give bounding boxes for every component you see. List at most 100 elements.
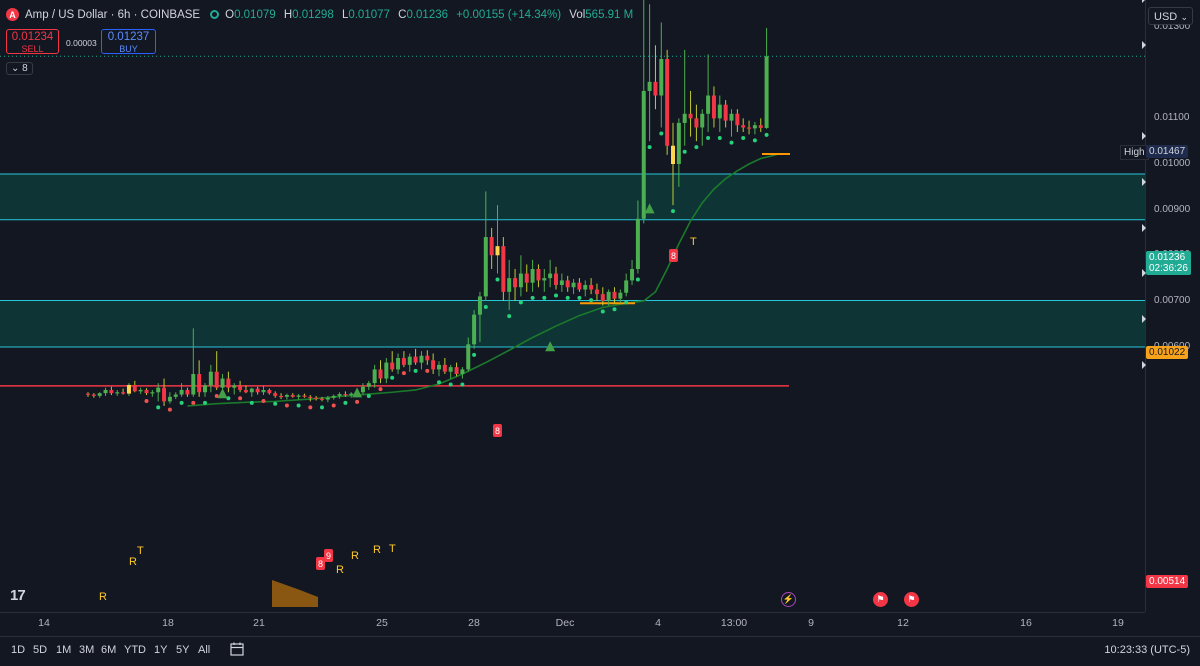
time-axis-label: 4: [655, 617, 661, 629]
trail-dot: [589, 298, 594, 303]
trail-dot: [472, 352, 477, 357]
buy-signal-triangle: [217, 388, 228, 399]
candle-body: [606, 291, 611, 301]
price-change: +0.00155 (+14.34%): [456, 8, 562, 21]
us-flag-event-icon[interactable]: ⚑: [873, 592, 888, 607]
tradingview-logo[interactable]: 17: [10, 587, 26, 604]
time-axis-label: 19: [1112, 617, 1124, 629]
trail-dot: [671, 209, 675, 214]
candle-body: [156, 387, 161, 393]
candle-body: [700, 113, 705, 128]
bar-countdown: 02:36:26: [1149, 263, 1188, 274]
candle-body: [115, 392, 120, 394]
candle-body: [401, 358, 406, 365]
candle-body: [144, 389, 149, 394]
price-axis[interactable]: 0.017000.016000.015000.014000.013000.011…: [1142, 0, 1200, 612]
timeframe-1m[interactable]: 1M: [56, 644, 71, 656]
candle-body: [688, 113, 693, 119]
candle-body: [203, 385, 207, 393]
trail-dot: [401, 371, 406, 376]
buy-label: BUY: [119, 44, 138, 54]
candle-body: [232, 385, 237, 388]
candle-body: [419, 355, 424, 363]
signal-label: R: [99, 591, 107, 603]
buy-price: 0.01237: [107, 31, 150, 43]
candle-body: [542, 278, 547, 281]
last-price-tag: 0.01236 02:36:26: [1146, 251, 1191, 275]
price-chart[interactable]: RRTRR R TT8988: [0, 0, 1145, 612]
time-axis-label: 13:00: [720, 617, 748, 629]
candle-body: [477, 296, 482, 315]
candle-body: [121, 392, 126, 394]
symbol-legend: A Amp / US Dollar · 6h · COINBASE O0.010…: [6, 8, 638, 21]
candle-body: [279, 395, 284, 398]
currency-value: USD: [1154, 11, 1178, 23]
candle-body: [273, 393, 278, 396]
candle-body: [226, 378, 231, 388]
candle-body: [729, 113, 734, 121]
trail-dot: [284, 403, 289, 408]
trail-dot: [764, 132, 769, 137]
candle-body: [138, 389, 143, 392]
trail-dot: [729, 140, 734, 145]
trail-dot: [308, 405, 313, 410]
candle-body: [518, 273, 523, 288]
candle-body: [284, 394, 289, 397]
timeframe-5d[interactable]: 5D: [33, 644, 47, 656]
timeframe-6m[interactable]: 6M: [101, 644, 116, 656]
timeframe-1d[interactable]: 1D: [11, 644, 25, 656]
sell-button[interactable]: 0.01234 SELL: [6, 29, 59, 54]
timeframe-1y[interactable]: 1Y: [154, 644, 167, 656]
trail-dot: [167, 407, 172, 412]
candle-body: [495, 246, 500, 256]
candle-body: [437, 364, 441, 370]
trail-dot: [261, 398, 266, 403]
candle-body: [659, 59, 664, 96]
candle-body: [296, 395, 301, 397]
currency-select[interactable]: USD ⌄: [1148, 7, 1193, 25]
timeframe-ytd[interactable]: YTD: [124, 644, 146, 656]
trail-dot: [624, 300, 629, 305]
axis-tick-icon: [1142, 360, 1146, 369]
lightning-event-icon[interactable]: ⚡: [781, 592, 796, 607]
candle-body: [594, 289, 599, 295]
candle-body: [489, 237, 494, 256]
calendar-icon[interactable]: [230, 642, 244, 656]
candle-body: [764, 56, 769, 128]
timeframe-5y[interactable]: 5Y: [176, 644, 189, 656]
candle-body: [717, 104, 722, 119]
candle-body: [86, 393, 90, 395]
trail-dot: [752, 138, 757, 143]
candle-body: [214, 371, 219, 388]
candle-body: [337, 394, 342, 396]
trail-dot: [565, 295, 570, 300]
time-axis[interactable]: 14 18 21 25 28 Dec 4 13:00 9 12 16 19: [0, 612, 1145, 637]
indicators-toggle[interactable]: ⌄ 8: [6, 62, 33, 75]
trail-dot: [694, 145, 699, 150]
us-flag-event-icon[interactable]: ⚑: [904, 592, 919, 607]
timeframe-3m[interactable]: 3M: [79, 644, 94, 656]
trail-dot: [343, 400, 348, 405]
candle-body: [390, 362, 395, 370]
clock[interactable]: 10:23:33 (UTC-5): [1104, 644, 1190, 656]
candle-body: [671, 145, 675, 164]
candle-body: [302, 395, 307, 397]
ema-price-tag: 0.01022: [1146, 346, 1189, 359]
candle-body: [653, 81, 658, 96]
trail-dot: [717, 136, 722, 141]
timeframe-all[interactable]: All: [198, 644, 210, 656]
count-badge-label: 8: [671, 251, 676, 261]
symbol-title[interactable]: Amp / US Dollar · 6h · COINBASE: [25, 9, 200, 21]
candle-body: [741, 125, 746, 128]
trail-dot: [448, 382, 453, 387]
candle-body: [407, 356, 412, 365]
candle-body: [208, 371, 213, 386]
bottom-toolbar: 1D 5D 1M 3M 6M YTD 1Y 5Y All 10:23:33 (U…: [0, 636, 1200, 666]
candle-body: [290, 394, 295, 397]
candle-body: [483, 237, 488, 297]
buy-button[interactable]: 0.01237 BUY: [101, 29, 156, 54]
support-price-tag: 0.00514: [1146, 575, 1189, 588]
time-axis-label: 12: [897, 617, 909, 629]
candle-body: [682, 113, 687, 123]
trail-dot: [706, 136, 711, 141]
